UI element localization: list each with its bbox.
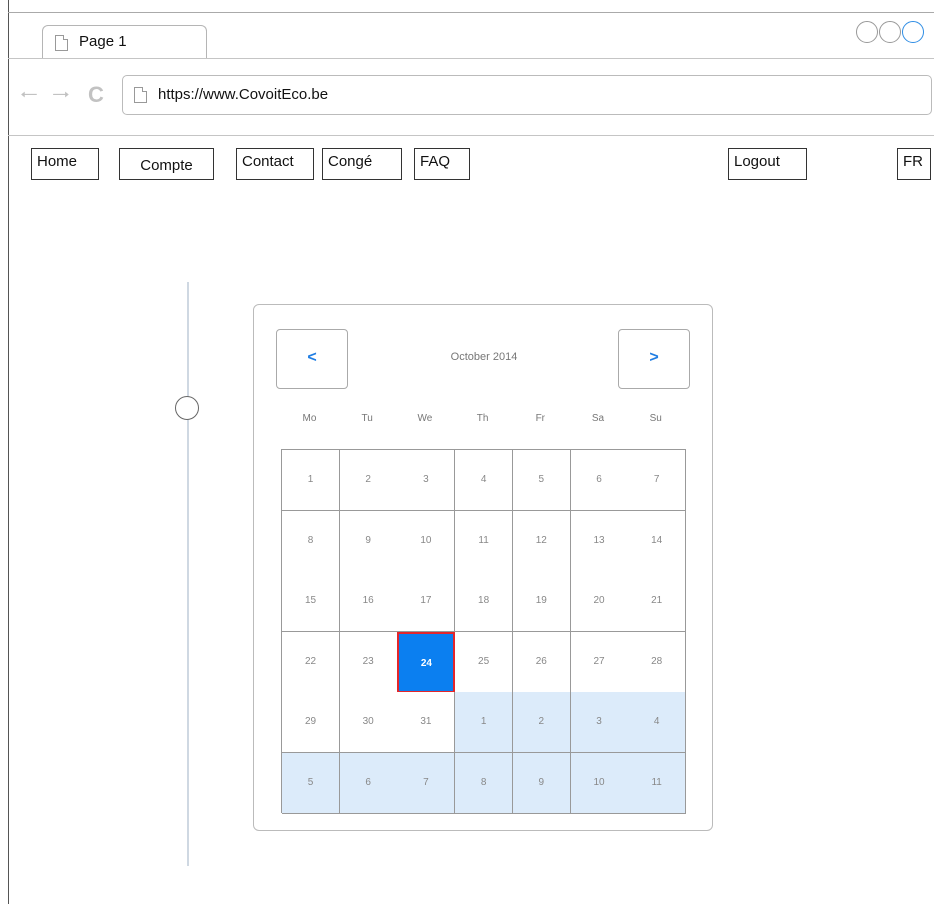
- calendar-day[interactable]: 7: [397, 752, 456, 814]
- calendar-day[interactable]: 5: [512, 450, 571, 511]
- calendar-day[interactable]: 9: [339, 510, 398, 572]
- calendar-day[interactable]: 26: [512, 631, 571, 693]
- calendar-day[interactable]: 10: [570, 752, 629, 814]
- calendar-day[interactable]: 28: [628, 631, 687, 693]
- calendar-day[interactable]: 1: [455, 692, 514, 753]
- calendar-day[interactable]: 11: [455, 510, 514, 572]
- calendar-day[interactable]: 29: [282, 692, 340, 753]
- calendar-day[interactable]: 15: [282, 571, 340, 632]
- calendar-day[interactable]: 19: [512, 571, 571, 632]
- language-button[interactable]: FR: [897, 148, 931, 180]
- calendar-day[interactable]: 8: [282, 510, 340, 572]
- calendar-day[interactable]: 9: [512, 752, 571, 814]
- page-icon: [55, 35, 68, 51]
- date-picker-calendar: < October 2014 > Mo Tu We Th Fr Sa Su 12345678…: [253, 304, 713, 831]
- canvas-top-edge: [8, 12, 934, 13]
- menu-faq-button[interactable]: FAQ: [414, 148, 470, 180]
- weekday-label: Su: [649, 413, 662, 424]
- calendar-day[interactable]: 4: [628, 692, 687, 753]
- calendar-day[interactable]: 21: [628, 571, 687, 632]
- tab-bar-divider: [8, 58, 934, 59]
- calendar-day[interactable]: 17: [397, 571, 456, 632]
- reload-icon[interactable]: C: [88, 80, 104, 110]
- tab-title: Page 1: [79, 33, 127, 50]
- address-bar[interactable]: https://www.CovoitEco.be: [122, 75, 932, 115]
- browser-tab[interactable]: Page 1: [42, 25, 207, 59]
- vertical-slider-track[interactable]: [187, 282, 189, 866]
- calendar-day[interactable]: 18: [455, 571, 514, 632]
- calendar-day[interactable]: 31: [397, 692, 456, 753]
- calendar-day[interactable]: 14: [628, 510, 687, 572]
- weekday-label: Fr: [535, 413, 546, 424]
- calendar-day[interactable]: 11: [628, 752, 687, 814]
- calendar-day[interactable]: 2: [512, 692, 571, 753]
- calendar-day[interactable]: 30: [339, 692, 398, 753]
- back-arrow-icon[interactable]: 🠀: [20, 80, 38, 110]
- menu-home-button[interactable]: Home: [31, 148, 99, 180]
- calendar-day[interactable]: 7: [628, 450, 687, 511]
- calendar-day[interactable]: 6: [339, 752, 398, 814]
- calendar-day[interactable]: 6: [570, 450, 629, 511]
- calendar-day-selected[interactable]: 24: [397, 631, 456, 693]
- menu-compte-button[interactable]: Compte: [119, 148, 214, 180]
- forward-arrow-icon[interactable]: 🠂: [52, 80, 70, 110]
- weekday-label: We: [417, 413, 433, 424]
- calendar-day[interactable]: 20: [570, 571, 629, 632]
- calendar-day[interactable]: 22: [282, 631, 340, 693]
- calendar-day[interactable]: 4: [455, 450, 514, 511]
- toolbar-divider: [8, 135, 934, 136]
- calendar-day[interactable]: 5: [282, 752, 340, 814]
- calendar-day[interactable]: 13: [570, 510, 629, 572]
- weekday-label: Sa: [591, 413, 605, 424]
- weekday-label: Tu: [361, 413, 373, 424]
- vertical-slider-thumb[interactable]: [175, 396, 199, 420]
- calendar-day[interactable]: 23: [339, 631, 398, 693]
- menu-conge-button[interactable]: Congé: [322, 148, 402, 180]
- url-text: https://www.CovoitEco.be: [158, 86, 329, 103]
- page-icon: [134, 87, 147, 103]
- calendar-day[interactable]: 3: [397, 450, 456, 511]
- calendar-month-label: October 2014: [450, 351, 518, 363]
- calendar-day[interactable]: 10: [397, 510, 456, 572]
- weekday-label: Mo: [302, 413, 317, 424]
- calendar-day-grid: 1 2 3 4 5 6 7 8 9 10 11 12 13 14 15 16 17 18 19 20 21 22 23 24 2…: [281, 449, 687, 814]
- window-control-close-icon[interactable]: [856, 21, 878, 43]
- calendar-day[interactable]: 12: [512, 510, 571, 572]
- previous-month-button[interactable]: <: [276, 329, 348, 389]
- menu-contact-button[interactable]: Contact: [236, 148, 314, 180]
- logout-button[interactable]: Logout: [728, 148, 807, 180]
- weekday-label: Th: [476, 413, 489, 424]
- calendar-day[interactable]: 16: [339, 571, 398, 632]
- calendar-day[interactable]: 25: [455, 631, 514, 693]
- window-control-minimize-icon[interactable]: [879, 21, 901, 43]
- calendar-day[interactable]: 1: [282, 450, 340, 511]
- calendar-day[interactable]: 2: [339, 450, 398, 511]
- next-month-button[interactable]: >: [618, 329, 690, 389]
- window-control-maximize-icon[interactable]: [902, 21, 924, 43]
- calendar-day[interactable]: 3: [570, 692, 629, 753]
- calendar-day[interactable]: 8: [455, 752, 514, 814]
- calendar-day[interactable]: 27: [570, 631, 629, 693]
